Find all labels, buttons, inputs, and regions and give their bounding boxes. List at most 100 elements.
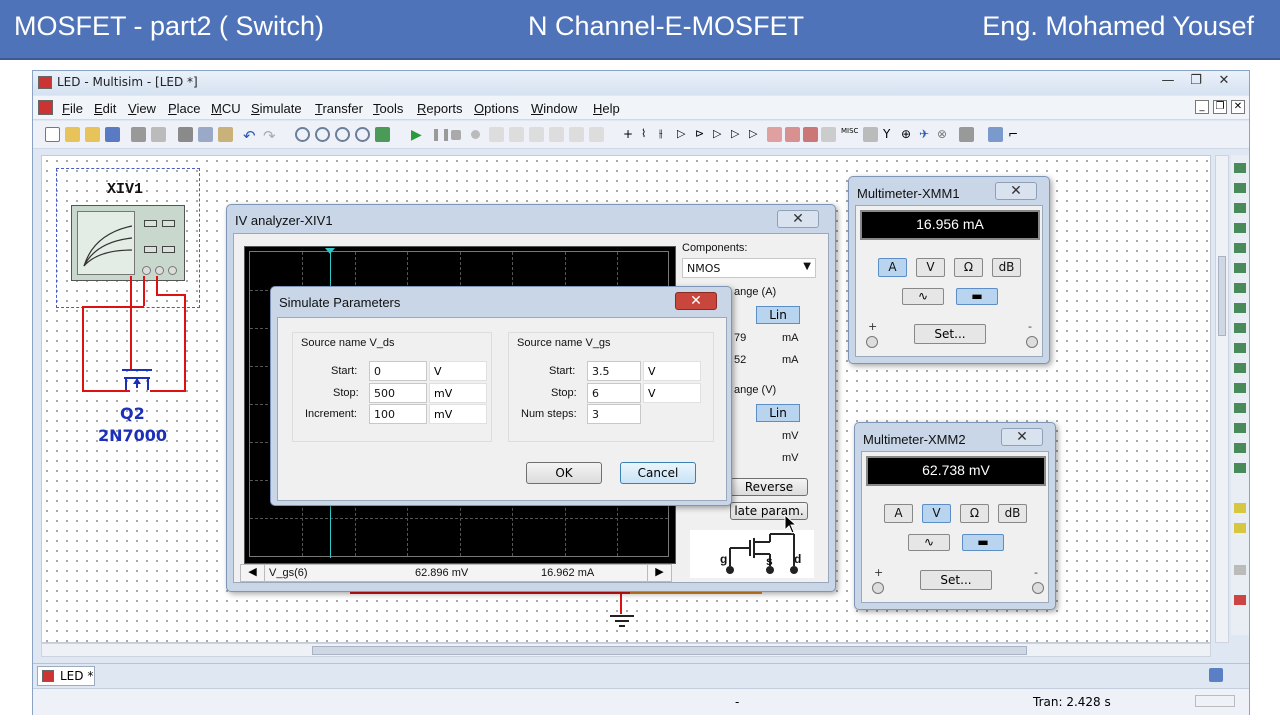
misc-digital-icon[interactable] — [767, 127, 782, 142]
iv-analyzer-symbol[interactable] — [71, 205, 185, 281]
vgs-start-unit[interactable]: V — [643, 361, 701, 381]
zoom-in-icon[interactable] — [295, 127, 310, 142]
step-icon-2[interactable] — [509, 127, 524, 142]
reverse-button[interactable]: Reverse — [730, 478, 808, 496]
mm1-minus-terminal-icon[interactable] — [1026, 336, 1038, 348]
cancel-button[interactable]: Cancel — [620, 462, 696, 484]
mcu-component-icon[interactable] — [959, 127, 974, 142]
mm2-ammeter-button[interactable]: A — [884, 504, 913, 523]
resistor-icon[interactable]: ⌇ — [641, 127, 656, 142]
iv-analyzer-instrument[interactable]: XIV1 — [56, 168, 200, 308]
menu-transfer[interactable]: Transfer — [315, 101, 363, 116]
zoom-area-icon[interactable] — [335, 127, 350, 142]
tab-led[interactable]: LED * — [37, 666, 95, 686]
design-toolbox-icon[interactable] — [1209, 668, 1223, 682]
run-icon[interactable]: ▶ — [411, 127, 426, 143]
scrollbar-thumb[interactable] — [1218, 256, 1226, 336]
capacitor-icon[interactable]: ⫲ — [659, 127, 674, 142]
step-icon-5[interactable] — [569, 127, 584, 142]
transistor-icon[interactable]: ⊳ — [695, 127, 710, 142]
copy-icon[interactable] — [198, 127, 213, 142]
mm1-plus-terminal-icon[interactable] — [866, 336, 878, 348]
undo-icon[interactable]: ↶ — [243, 127, 258, 145]
menu-reports[interactable]: Reports — [417, 101, 463, 116]
vds-stop-unit[interactable]: mV — [429, 383, 487, 403]
menu-simulate[interactable]: Simulate — [251, 101, 302, 116]
analog-icon[interactable]: ▷ — [713, 127, 728, 142]
instrument-icons[interactable] — [1231, 155, 1249, 635]
ttl-icon[interactable]: ▷ — [731, 127, 746, 142]
dialog-close-button[interactable]: ✕ — [675, 292, 717, 310]
menu-help[interactable]: Help — [593, 101, 620, 116]
step-icon-4[interactable] — [549, 127, 564, 142]
cut-icon[interactable] — [178, 127, 193, 142]
voltage-lin-button[interactable]: Lin — [756, 404, 800, 422]
redo-icon[interactable]: ↷ — [263, 127, 278, 145]
vgs-start-field[interactable]: 3.5 — [587, 361, 641, 381]
current-lin-button[interactable]: Lin — [756, 306, 800, 324]
menu-options[interactable]: Options — [474, 101, 519, 116]
minimize-button[interactable]: — — [1155, 73, 1181, 91]
pause-icon[interactable]: ❚❚ — [431, 127, 451, 142]
new-icon[interactable] — [45, 127, 60, 142]
mm2-dc-button[interactable]: ▬ — [962, 534, 1004, 551]
maximize-button[interactable]: ❐ — [1183, 73, 1209, 91]
scrollbar-thumb[interactable] — [312, 646, 1027, 655]
mm2-set-button[interactable]: Set... — [920, 570, 992, 590]
horizontal-scrollbar[interactable] — [41, 643, 1211, 657]
vds-start-unit[interactable]: V — [429, 361, 487, 381]
menu-view[interactable]: View — [128, 101, 156, 116]
print-preview-icon[interactable] — [151, 127, 166, 142]
mdi-close-button[interactable]: ✕ — [1231, 100, 1245, 114]
iv-analyzer-close-button[interactable]: ✕ — [777, 210, 819, 228]
advanced-peripherals-icon[interactable] — [863, 127, 878, 142]
arrow-right-icon[interactable]: ▶ — [647, 565, 671, 581]
step-icon-1[interactable] — [489, 127, 504, 142]
save-icon[interactable] — [105, 127, 120, 142]
misc-icon[interactable]: MISC — [841, 127, 858, 142]
mm2-close-button[interactable]: ✕ — [1001, 428, 1043, 446]
mm1-ohmmeter-button[interactable]: Ω — [954, 258, 983, 277]
component-select[interactable]: NMOS ▼ — [682, 258, 816, 278]
electromechanical-icon[interactable]: ⊕ — [901, 127, 916, 142]
close-button[interactable]: ✕ — [1211, 73, 1237, 91]
mm2-plus-terminal-icon[interactable] — [872, 582, 884, 594]
menu-edit[interactable]: Edit — [94, 101, 116, 116]
vgs-stop-field[interactable]: 6 — [587, 383, 641, 403]
power-component-icon[interactable] — [821, 127, 836, 142]
cursor-marker-icon[interactable] — [325, 248, 335, 254]
diode-icon[interactable]: ▷ — [677, 127, 692, 142]
mm1-voltmeter-button[interactable]: V — [916, 258, 945, 277]
connector-icon[interactable]: ⊗ — [937, 127, 952, 142]
zoom-out-icon[interactable] — [315, 127, 330, 142]
mm2-ohmmeter-button[interactable]: Ω — [960, 504, 989, 523]
mm1-dc-button[interactable]: ▬ — [956, 288, 998, 305]
vgs-stop-unit[interactable]: V — [643, 383, 701, 403]
cmos-icon[interactable]: ▷ — [749, 127, 764, 142]
breakpoint-icon[interactable] — [471, 130, 480, 139]
indicator-icon[interactable] — [803, 127, 818, 142]
fullscreen-icon[interactable] — [375, 127, 390, 142]
mdi-minimize-button[interactable]: _ — [1195, 100, 1209, 114]
menu-file[interactable]: File — [62, 101, 83, 116]
zoom-fit-icon[interactable] — [355, 127, 370, 142]
mixed-icon[interactable] — [785, 127, 800, 142]
menu-tools[interactable]: Tools — [373, 101, 403, 116]
menu-place[interactable]: Place — [168, 101, 201, 116]
nmos-transistor-symbol[interactable] — [112, 356, 162, 400]
open-icon[interactable] — [65, 127, 80, 142]
mm1-close-button[interactable]: ✕ — [995, 182, 1037, 200]
vds-stop-field[interactable]: 500 — [369, 383, 427, 403]
mm2-db-button[interactable]: dB — [998, 504, 1027, 523]
paste-icon[interactable] — [218, 127, 233, 142]
step-icon-6[interactable] — [589, 127, 604, 142]
ni-component-icon[interactable]: ✈ — [919, 127, 934, 142]
source-icon[interactable]: + — [623, 127, 638, 142]
vds-increment-field[interactable]: 100 — [369, 404, 427, 424]
mm1-db-button[interactable]: dB — [992, 258, 1021, 277]
mm2-minus-terminal-icon[interactable] — [1032, 582, 1044, 594]
stop-icon[interactable] — [451, 130, 461, 140]
menu-window[interactable]: Window — [531, 101, 577, 116]
menu-mcu[interactable]: MCU — [211, 101, 241, 116]
vds-start-field[interactable]: 0 — [369, 361, 427, 381]
